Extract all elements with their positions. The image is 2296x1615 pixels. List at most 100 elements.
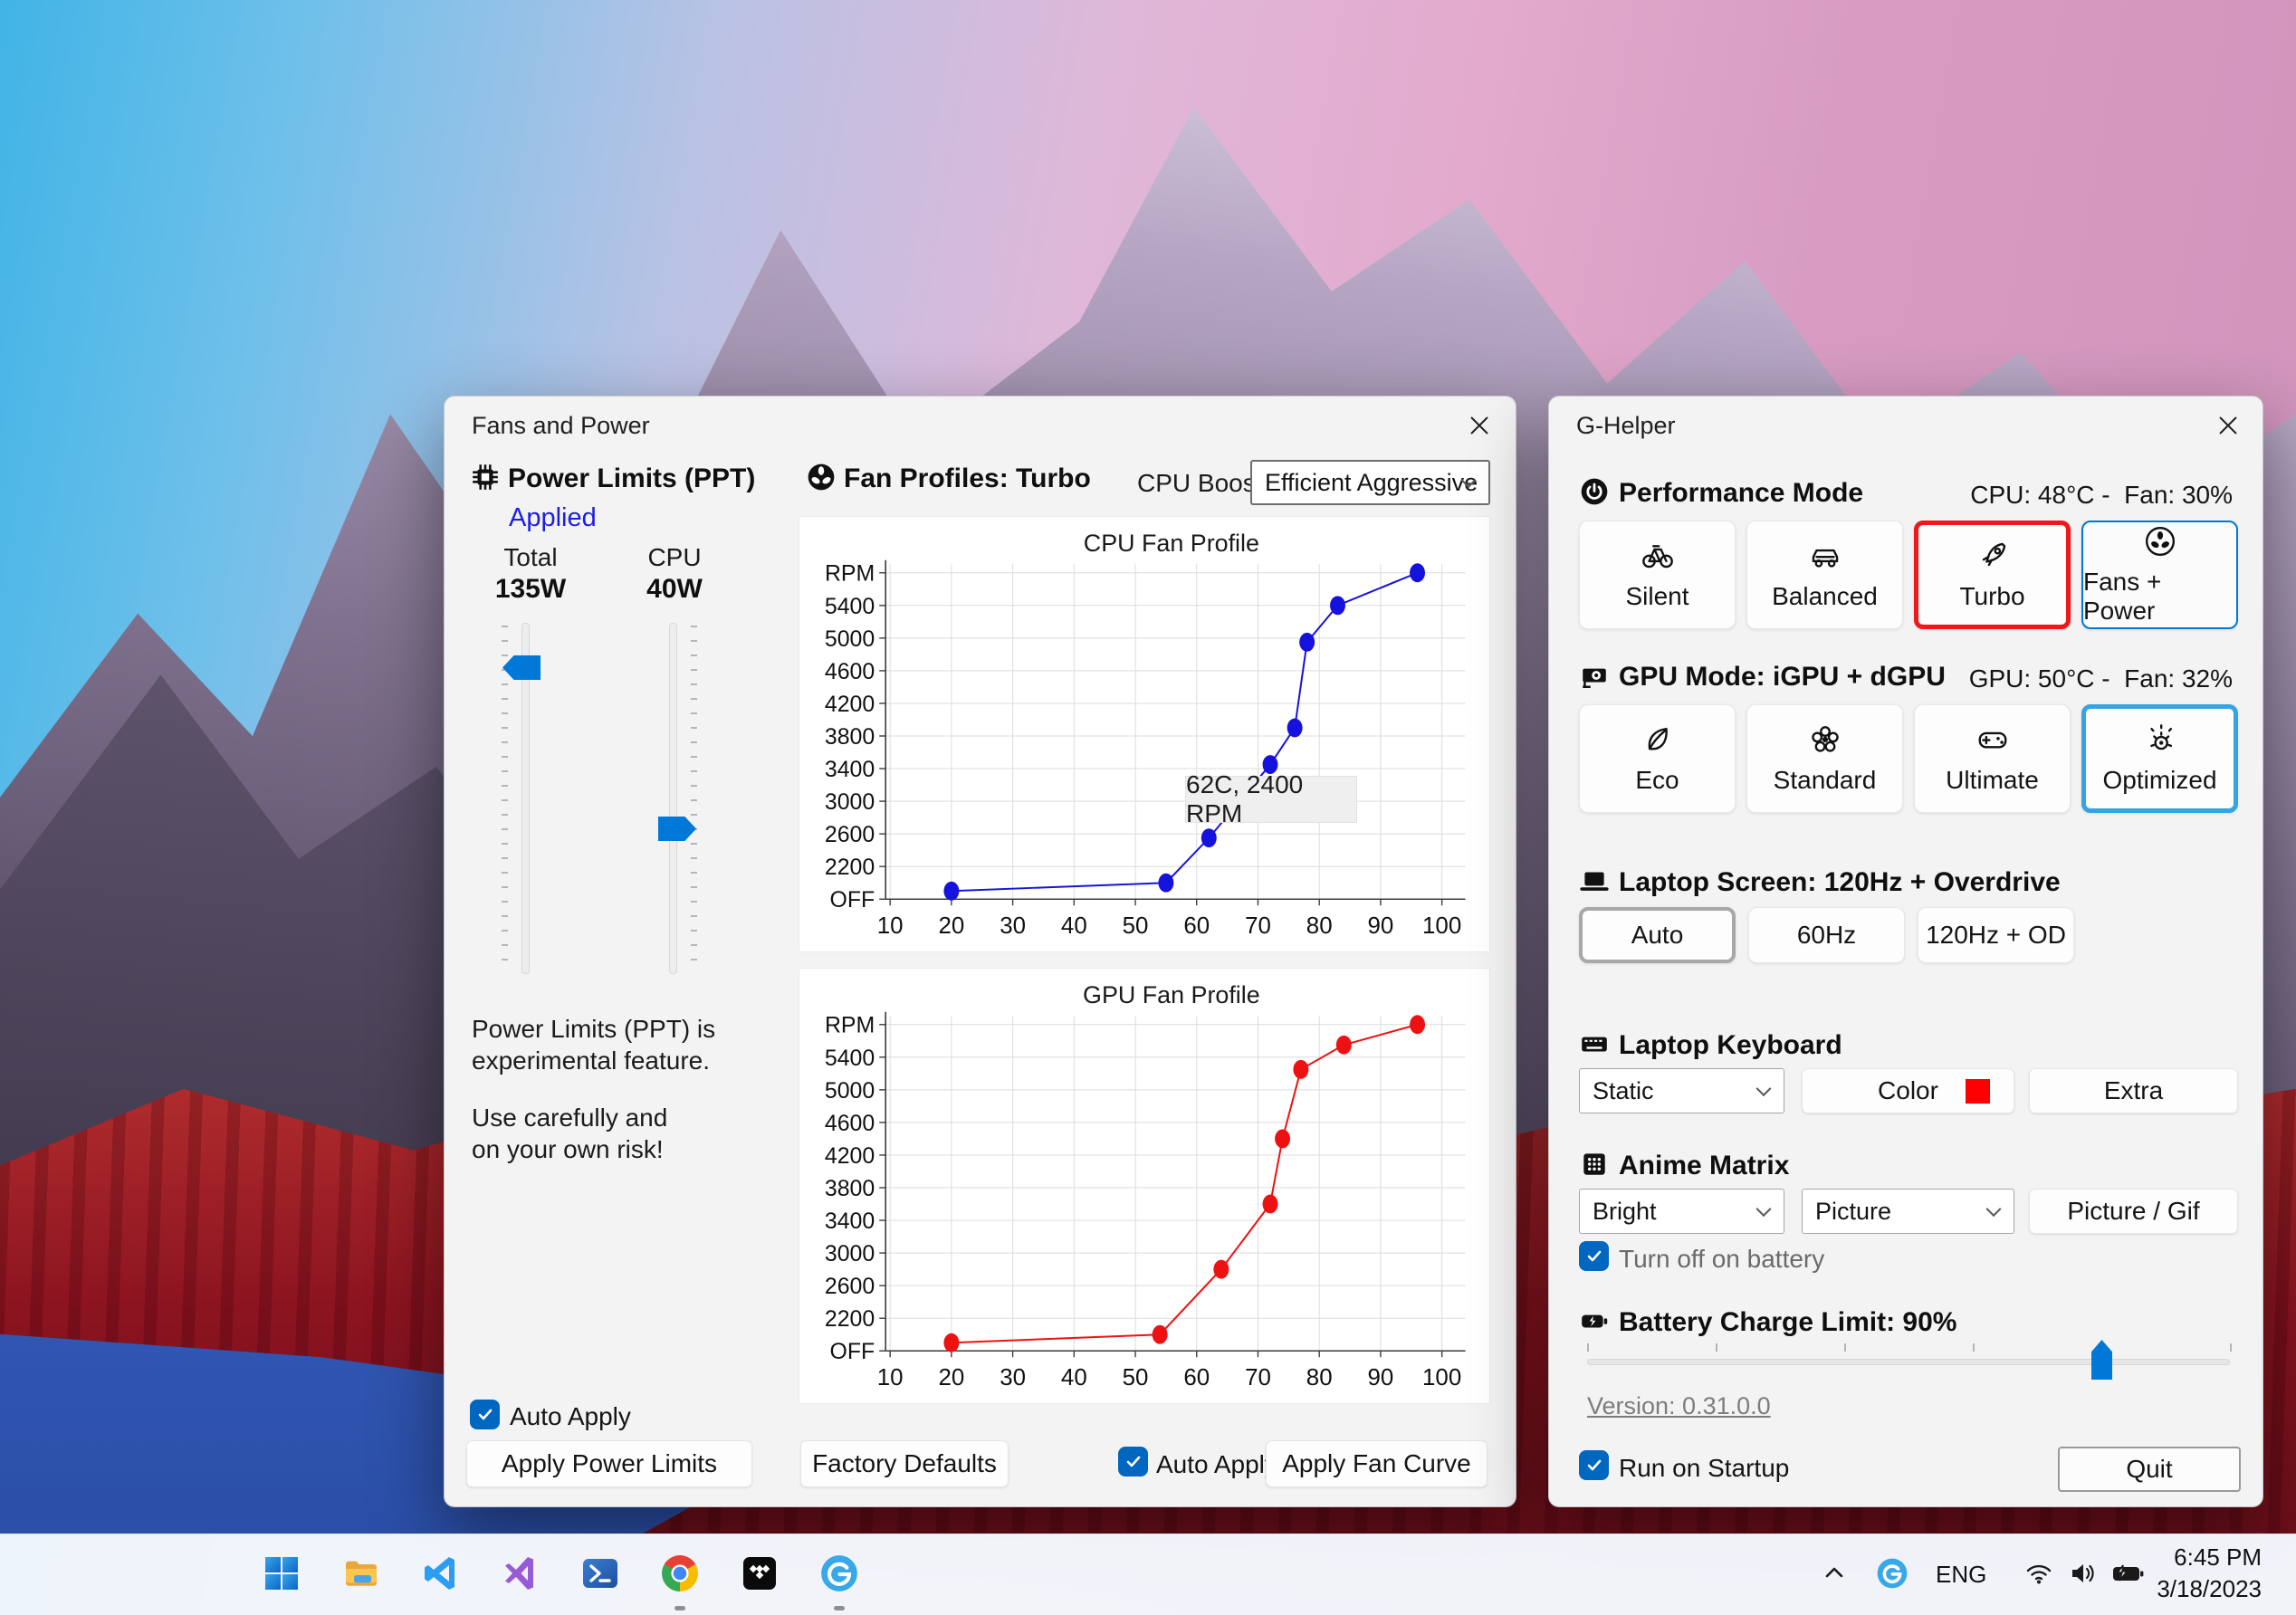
taskbar-visual-studio-icon[interactable] [491,1543,550,1603]
tray-clock-time[interactable]: 6:45 PM [2155,1543,2262,1572]
apply-fan-curve-button[interactable]: Apply Fan Curve [1266,1440,1488,1487]
screen-auto-button[interactable]: Auto [1579,907,1736,963]
tray-chevron-up-icon[interactable] [1813,1543,1856,1603]
total-slider-value: 135W [494,574,567,604]
apply-power-limits-button[interactable]: Apply Power Limits [466,1440,752,1487]
taskbar-tidal-icon[interactable] [730,1543,789,1603]
svg-text:90: 90 [1368,913,1394,939]
tray-ghelper-icon[interactable] [1870,1543,1914,1603]
screen-120hz-od-label: 120Hz + OD [1926,921,2066,949]
svg-text:OFF: OFF [829,887,875,913]
gpu-fan-chart[interactable]: OFF 2200 2600 3000 3400 3800 4200 4600 5000 5400 R… [799,969,1489,1403]
svg-text:4600: 4600 [825,659,875,684]
cpu-boost-dropdown[interactable]: Efficient Aggressive [1250,460,1490,505]
fan-auto-apply-checkbox[interactable] [1118,1447,1148,1476]
cpu-boost-label: CPU Boost [1137,469,1263,497]
battery-slider-track[interactable] [1587,1359,2230,1365]
cpu-fan-chart[interactable]: OFF 2200 2600 3000 3400 3800 4200 4600 5000 5400 R… [799,517,1489,951]
fans-window-close-icon[interactable] [1461,409,1497,442]
perf-mode-turbo-button[interactable]: Turbo [1914,521,2071,629]
chevron-down-icon [1755,1201,1772,1218]
keyboard-mode-dropdown[interactable]: Static [1579,1068,1784,1113]
svg-text:20: 20 [938,1365,964,1390]
svg-text:10: 10 [877,913,904,939]
picture-gif-button[interactable]: Picture / Gif [2029,1189,2238,1234]
anime-matrix-icon [1579,1149,1610,1180]
taskbar-ghelper-icon[interactable] [809,1543,869,1603]
svg-text:2600: 2600 [825,822,875,847]
bicycle-icon [1641,539,1675,573]
svg-text:4200: 4200 [825,692,875,717]
warning-line-2: experimental feature. [472,1046,711,1075]
svg-text:60: 60 [1183,1365,1210,1390]
svg-text:30: 30 [1000,913,1026,939]
chevron-down-icon [1985,1201,2002,1218]
ghelper-titlebar[interactable]: G-Helper [1549,397,2263,453]
anime-mode-dropdown[interactable]: Picture [1802,1189,2014,1234]
svg-text:5400: 5400 [825,594,875,619]
perf-mode-balanced-button[interactable]: Balanced [1746,521,1903,629]
keyboard-extra-label: Extra [2103,1076,2164,1104]
total-slider-handle[interactable] [502,655,541,680]
run-on-startup-checkbox[interactable] [1579,1450,1609,1480]
optimized-bulb-gear-icon [2143,722,2177,757]
screen-60hz-button[interactable]: 60Hz [1748,907,1905,963]
warning-line-1: Power Limits (PPT) is [472,1015,716,1043]
total-slider-label: Total [503,543,558,571]
tray-volume-icon[interactable] [2061,1543,2104,1603]
apply-power-limits-label: Apply Power Limits [501,1449,718,1477]
svg-text:40: 40 [1061,1365,1087,1390]
cpu-slider-value: 40W [646,574,703,604]
svg-text:3400: 3400 [825,1209,875,1234]
laptop-keyboard-header: Laptop Keyboard [1619,1030,1842,1060]
screen-60hz-label: 60Hz [1796,921,1857,949]
taskbar-powershell-icon[interactable] [570,1543,630,1603]
gpu-mode-standard-button[interactable]: Standard [1746,704,1903,813]
svg-text:100: 100 [1422,913,1461,939]
tray-wifi-icon[interactable] [2017,1543,2061,1603]
ghelper-running-indicator [834,1606,845,1610]
svg-text:3800: 3800 [825,724,875,750]
cpu-fan-chart-panel[interactable]: OFF 2200 2600 3000 3400 3800 4200 4600 5000 5400 R… [799,516,1490,952]
screen-120hz-od-button[interactable]: 120Hz + OD [1918,907,2074,963]
keyboard-color-swatch [1966,1078,1990,1104]
fans-window-title: Fans and Power [472,412,650,439]
anime-mode-value: Picture [1815,1197,1892,1225]
quit-button[interactable]: Quit [2058,1447,2241,1492]
taskbar-vscode-icon[interactable] [411,1543,471,1603]
cpu-slider-label: CPU [647,543,702,571]
gpu-fan-chart-panel[interactable]: OFF 2200 2600 3000 3400 3800 4200 4600 5000 5400 R… [799,968,1490,1404]
perf-mode-silent-button[interactable]: Silent [1579,521,1736,629]
taskbar-windows-start-icon[interactable] [252,1543,311,1603]
svg-text:30: 30 [1000,1365,1026,1390]
taskbar-file-explorer-icon[interactable] [331,1543,391,1603]
fans-window-titlebar[interactable]: Fans and Power [445,397,1516,453]
taskbar-chrome-icon[interactable] [650,1543,710,1603]
cpu-boost-value: Efficient Aggressive [1265,468,1478,496]
eco-label: Eco [1635,766,1679,794]
rocket-icon [1976,539,2010,573]
gpu-mode-ultimate-button[interactable]: Ultimate [1914,704,2071,813]
anime-brightness-dropdown[interactable]: Bright [1579,1189,1784,1234]
ghelper-close-icon[interactable] [2210,409,2246,442]
turn-off-on-battery-checkbox[interactable] [1579,1241,1609,1271]
keyboard-extra-button[interactable]: Extra [2029,1068,2238,1113]
factory-defaults-button[interactable]: Factory Defaults [800,1440,1009,1487]
ultimate-label: Ultimate [1946,766,2039,794]
fans-power-button[interactable]: Fans + Power [2081,521,2238,629]
svg-text:60: 60 [1183,913,1210,939]
svg-text:GPU Fan Profile: GPU Fan Profile [1083,981,1260,1008]
power-auto-apply-checkbox[interactable] [470,1400,500,1429]
keyboard-color-label: Color [1878,1076,1938,1104]
svg-text:4200: 4200 [825,1143,875,1169]
version-link[interactable]: Version: 0.31.0.0 [1587,1392,1771,1420]
keyboard-color-button[interactable]: Color [1802,1068,2014,1113]
gpu-mode-optimized-button[interactable]: Optimized [2081,704,2238,813]
tray-language[interactable]: ENG [1936,1561,1986,1589]
tray-clock-date[interactable]: 3/18/2023 [2137,1575,2262,1603]
cpu-slider-track[interactable] [669,623,677,974]
svg-text:CPU Fan Profile: CPU Fan Profile [1084,530,1259,557]
laptop-icon [1579,865,1610,896]
chevron-down-icon [1755,1081,1772,1097]
gpu-mode-eco-button[interactable]: Eco [1579,704,1736,813]
